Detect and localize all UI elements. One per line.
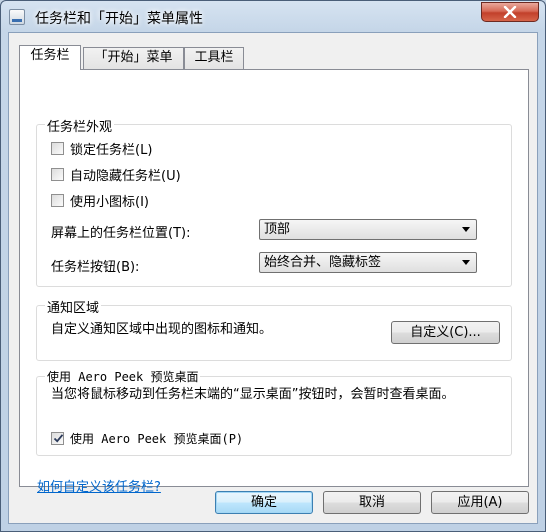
lock-taskbar-checkbox[interactable]: 锁定任务栏(L)	[51, 139, 152, 158]
autohide-label: 自动隐藏任务栏(U)	[70, 169, 181, 184]
notification-description: 自定义通知区域中出现的图标和通知。	[51, 322, 273, 337]
aero-peek-group-title: 使用 Aero Peek 预览桌面	[45, 368, 201, 385]
checkbox-box[interactable]	[51, 168, 64, 181]
taskbar-buttons-select[interactable]: 始终合并、隐藏标签	[259, 252, 477, 273]
appearance-group-title: 任务栏外观	[45, 116, 115, 135]
lock-taskbar-label: 锁定任务栏(L)	[70, 143, 153, 158]
small-icons-checkbox[interactable]: 使用小图标(I)	[51, 191, 149, 210]
title-bar[interactable]: 任务栏和「开始」菜单属性	[1, 1, 545, 33]
autohide-checkbox[interactable]: 自动隐藏任务栏(U)	[51, 165, 181, 184]
taskbar-location-label: 屏幕上的任务栏位置(T):	[51, 226, 191, 241]
aero-peek-checkbox[interactable]: 使用 Aero Peek 预览桌面(P)	[51, 430, 243, 447]
small-icons-label: 使用小图标(I)	[70, 195, 149, 210]
checkbox-box[interactable]	[51, 142, 64, 155]
taskbar-buttons-value: 始终合并、隐藏标签	[264, 255, 382, 270]
taskbar-location-select[interactable]: 顶部	[259, 219, 477, 240]
aero-peek-description: 当您将鼠标移动到任务栏末端的“显示桌面”按钮时，会暂时查看桌面。	[51, 387, 455, 402]
customize-button[interactable]: 自定义(C)...	[391, 321, 500, 344]
aero-peek-checkbox-label: 使用 Aero Peek 预览桌面(P)	[70, 432, 244, 446]
dialog-client: 任务栏 「开始」菜单 工具栏 任务栏外观 锁定任务栏(L) 自动隐藏任务栏(U)…	[8, 32, 538, 524]
cancel-button[interactable]: 取消	[323, 491, 421, 514]
ok-button[interactable]: 确定	[215, 491, 313, 514]
chevron-down-icon	[462, 227, 470, 232]
tab-start-menu[interactable]: 「开始」菜单	[83, 47, 184, 69]
checkbox-box[interactable]	[51, 432, 64, 445]
taskbar-app-icon	[9, 9, 25, 25]
notification-group-title: 通知区域	[45, 297, 102, 316]
checkbox-box[interactable]	[51, 194, 64, 207]
tab-taskbar[interactable]: 任务栏	[19, 45, 81, 70]
apply-button[interactable]: 应用(A)	[431, 491, 529, 514]
help-link[interactable]: 如何自定义该任务栏?	[37, 476, 161, 495]
aero-peek-group: 使用 Aero Peek 预览桌面 当您将鼠标移动到任务栏末端的“显示桌面”按钮…	[36, 368, 512, 456]
appearance-group: 任务栏外观 锁定任务栏(L) 自动隐藏任务栏(U) 使用小图标(I) 屏幕上的任…	[36, 116, 512, 287]
tab-toolbars[interactable]: 工具栏	[184, 47, 244, 69]
properties-window: 任务栏和「开始」菜单属性 任务栏 「开始」菜单 工具栏 任务栏外观 锁定任务栏(…	[0, 0, 546, 532]
checkmark-icon	[53, 434, 64, 443]
taskbar-buttons-label: 任务栏按钮(B):	[51, 260, 140, 275]
close-button[interactable]	[481, 2, 539, 22]
notification-group: 通知区域 自定义通知区域中出现的图标和通知。 自定义(C)...	[36, 297, 512, 361]
close-icon	[503, 6, 517, 18]
window-title: 任务栏和「开始」菜单属性	[35, 11, 203, 27]
chevron-down-icon	[462, 260, 470, 265]
taskbar-location-value: 顶部	[264, 222, 291, 237]
tab-panel-taskbar: 任务栏外观 锁定任务栏(L) 自动隐藏任务栏(U) 使用小图标(I) 屏幕上的任…	[19, 69, 529, 495]
